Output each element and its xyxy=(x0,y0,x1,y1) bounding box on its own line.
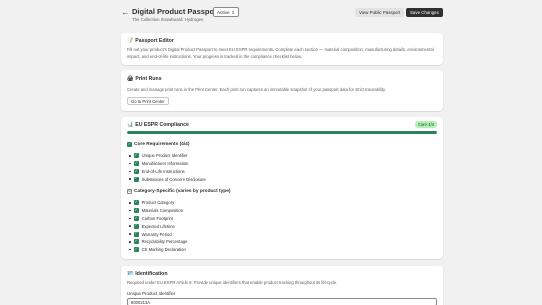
identification-title: 🪪 Identification xyxy=(127,271,168,277)
checkbox-checked-icon: ✓ xyxy=(133,238,139,245)
requirement-label: Carbon Footprint xyxy=(141,215,174,221)
print-runs-title: 🖨 Print Runs xyxy=(127,76,162,82)
checkbox-checked-icon: ✓ xyxy=(133,199,139,206)
page-subtitle: The Collection Snowboard: Hydrogen xyxy=(132,17,204,22)
requirement-label: Unique Product Identifier xyxy=(141,153,188,159)
bullet-icon xyxy=(129,170,131,173)
passport-editor-description: Fill out your product's Digital Product … xyxy=(127,47,434,59)
requirement-item: ✓ Materials Composition xyxy=(129,207,187,215)
unique-product-identifier-label: Unique Product Identifier xyxy=(127,291,176,296)
status-value: Active xyxy=(217,9,230,15)
requirement-label: CE Marking Declaration xyxy=(141,247,186,253)
bullet-icon xyxy=(129,248,131,251)
checkbox-checked-icon: ✓ xyxy=(133,176,139,182)
checkbox-checked-icon: ✓ xyxy=(133,207,139,214)
requirement-label: End-of-Life Instructions xyxy=(141,168,185,174)
compliance-progress-fill xyxy=(127,131,437,134)
bullet-icon xyxy=(129,217,131,220)
bullet-icon xyxy=(129,155,131,157)
requirement-label: Warranty Period xyxy=(141,231,172,237)
requirement-item: ✓ Expected Lifetime xyxy=(129,222,187,230)
requirement-label: Substances of Concern Disclosure xyxy=(141,176,206,182)
view-public-passport-button[interactable]: View Public Passport xyxy=(355,8,405,17)
save-changes-button[interactable]: Save Changes xyxy=(406,8,443,17)
checkbox-checked-icon: ✓ xyxy=(133,215,139,221)
compliance-title: 📊 EU ESPR Compliance xyxy=(127,122,189,128)
checkbox-partial-icon: ⚙ xyxy=(127,188,132,194)
identification-card: 🪪 Identification Required under EU ESPR … xyxy=(121,266,443,305)
print-runs-description: Create and manage print runs in the Prin… xyxy=(127,87,386,92)
requirement-item: ✓ Warranty Period xyxy=(129,230,187,238)
bullet-icon xyxy=(129,178,131,181)
passport-editor-title-text: Passport Editor xyxy=(135,38,174,44)
checkbox-checked-icon: ✓ xyxy=(133,160,139,167)
unique-product-identifier-input[interactable]: 8000213A xyxy=(127,298,437,305)
category-specific-heading: ⚙ Category-Specific (varies by product t… xyxy=(127,189,231,194)
core-requirements-heading: ✓ Core Requirements (4/4) xyxy=(127,142,189,147)
checkbox-checked-icon: ✓ xyxy=(133,223,139,229)
checkbox-checked-icon: ✓ xyxy=(133,246,139,253)
passport-editor-title: 📝 Passport Editor xyxy=(127,38,174,44)
core-requirements-list: ✓ Unique Product Identifier ✓ Manufacturer … xyxy=(129,152,206,183)
memo-icon: 📝 xyxy=(127,38,134,44)
go-to-print-center-button[interactable]: Go to Print Center xyxy=(127,97,169,105)
back-button[interactable]: ← xyxy=(121,8,130,17)
requirement-label: Manufacturer Information xyxy=(141,161,189,167)
core-status-badge: Core 4/4 xyxy=(414,121,437,128)
requirement-item: ✓ End-of-Life Instructions xyxy=(129,168,206,176)
compliance-progress-bar xyxy=(127,131,437,134)
core-requirements-heading-text: Core Requirements (4/4) xyxy=(134,142,190,147)
bar-chart-icon: 📊 xyxy=(127,122,134,128)
requirement-item: ✓ Carbon Footprint xyxy=(129,215,187,223)
category-requirements-list: ✓ Product Category ✓ Materials Composition ✓… xyxy=(129,199,187,254)
checkbox-checked-icon: ✓ xyxy=(127,141,132,147)
bullet-icon xyxy=(129,202,131,204)
id-card-icon: 🪪 xyxy=(127,271,134,277)
requirement-label: Expected Lifetime xyxy=(141,223,175,229)
unique-product-identifier-value: 8000213A xyxy=(131,299,151,305)
requirement-item: ✓ Unique Product Identifier xyxy=(129,152,206,160)
page-header: ← Digital Product Passport Active ⇕ The … xyxy=(0,0,542,30)
requirement-item: ✓ Product Category xyxy=(129,199,187,207)
bullet-icon xyxy=(129,162,131,165)
requirement-item: ✓ Recyclability Percentage xyxy=(129,238,187,246)
status-select[interactable]: Active ⇕ xyxy=(213,7,239,17)
requirement-item: ✓ Manufacturer Information xyxy=(129,160,206,168)
requirement-item: ✓ CE Marking Declaration xyxy=(129,246,187,254)
requirement-label: Product Category xyxy=(141,200,175,206)
requirement-item: ✓ Substances of Concern Disclosure xyxy=(129,175,206,183)
arrow-left-icon: ← xyxy=(121,8,130,17)
bullet-icon xyxy=(129,241,131,243)
printer-icon: 🖨 xyxy=(127,76,134,82)
requirement-label: Recyclability Percentage xyxy=(141,239,188,245)
bullet-icon xyxy=(129,225,131,228)
identification-title-text: Identification xyxy=(135,271,168,277)
bullet-icon xyxy=(129,209,131,212)
checkbox-checked-icon: ✓ xyxy=(133,168,139,174)
checkbox-checked-icon: ✓ xyxy=(133,231,139,237)
compliance-title-text: EU ESPR Compliance xyxy=(135,122,189,128)
compliance-card: 📊 EU ESPR Compliance Core 4/4 ✓ Core Req… xyxy=(121,117,443,259)
print-runs-title-text: Print Runs xyxy=(135,76,162,82)
bullet-icon xyxy=(129,233,131,235)
print-runs-card: 🖨 Print Runs Create and manage print run… xyxy=(121,70,443,111)
chevron-updown-icon: ⇕ xyxy=(231,9,235,15)
identification-description: Required under EU ESPR Article 9. Provid… xyxy=(127,280,338,285)
passport-editor-card: 📝 Passport Editor Fill out your product'… xyxy=(121,33,443,65)
page-title: Digital Product Passport xyxy=(132,7,220,16)
requirement-label: Materials Composition xyxy=(141,208,184,214)
category-specific-heading-text: Category-Specific (varies by product typ… xyxy=(134,189,231,194)
checkbox-checked-icon: ✓ xyxy=(133,152,139,159)
